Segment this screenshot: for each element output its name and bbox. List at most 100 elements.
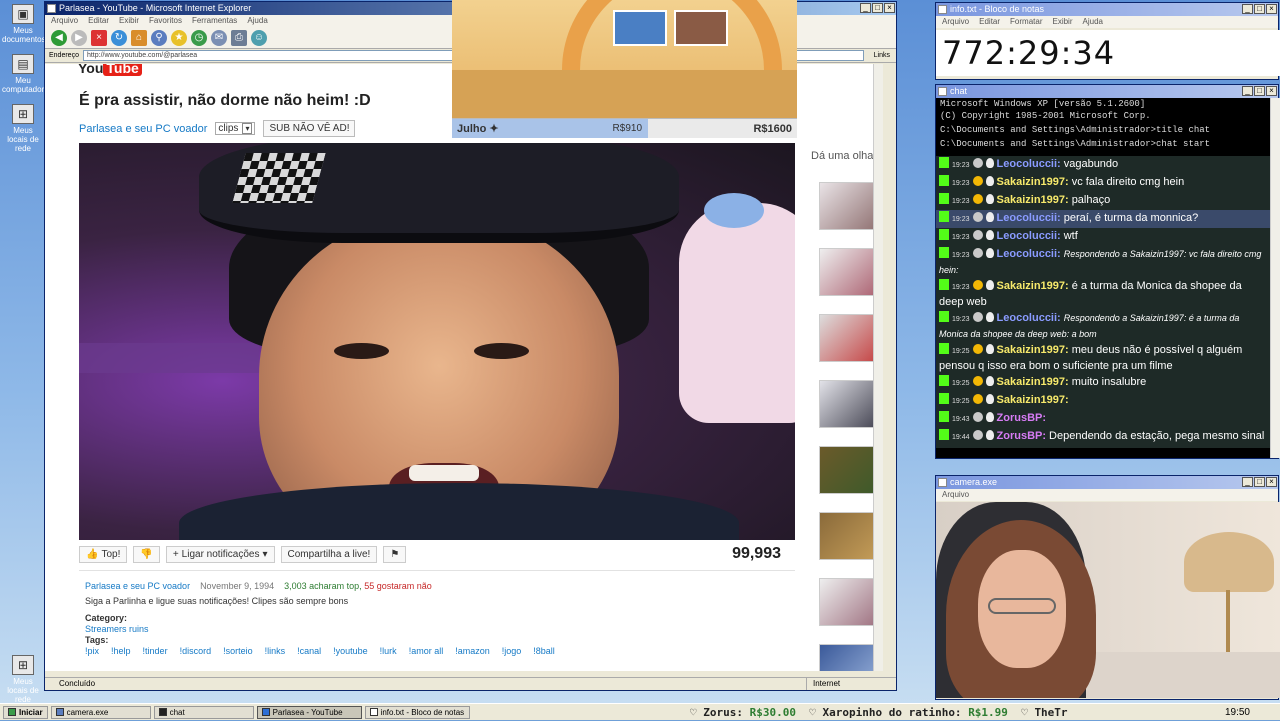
flag-button[interactable]: ⚑	[383, 545, 407, 563]
desktop-icon-computer[interactable]: ▤ Meu computador	[2, 54, 44, 94]
print-icon[interactable]: ⎙	[231, 29, 247, 46]
subathon-timer[interactable]: 772:29:34	[936, 30, 1280, 76]
like-button[interactable]: 👍 Top!	[79, 545, 128, 563]
history-icon[interactable]: ◷	[191, 29, 207, 46]
message-user[interactable]: Leocoluccii:	[997, 212, 1061, 224]
favorites-icon[interactable]: ★	[171, 29, 187, 46]
channel-link[interactable]: Parlasea e seu PC voador	[79, 123, 207, 135]
minimize-button[interactable]: _	[1242, 86, 1253, 96]
task-camera[interactable]: camera.exe	[50, 705, 151, 719]
desc-channel-link[interactable]: Parlasea e seu PC voador	[85, 581, 190, 592]
tag-link[interactable]: !links	[265, 646, 286, 657]
search-icon[interactable]: ⚲	[151, 29, 167, 46]
message-user[interactable]: Sakaizin1997:	[997, 176, 1069, 188]
message-user[interactable]: Sakaizin1997:	[997, 394, 1069, 406]
menu-help[interactable]: Ajuda	[247, 15, 267, 27]
suggested-video-thumb[interactable]	[819, 512, 881, 560]
camera-titlebar[interactable]: camera.exe _ □ ×	[936, 476, 1278, 489]
tag-link[interactable]: !discord	[180, 646, 212, 657]
tag-link[interactable]: !amor all	[409, 646, 444, 657]
clips-select[interactable]: clips ▾	[215, 122, 256, 135]
notepad-titlebar[interactable]: info.txt - Bloco de notas _ □ ×	[936, 3, 1278, 16]
menu-file[interactable]: Arquivo	[942, 16, 969, 28]
close-button[interactable]: ×	[1266, 477, 1277, 487]
tag-link[interactable]: !jogo	[502, 646, 522, 657]
menu-file[interactable]: Arquivo	[942, 489, 969, 501]
chat-scrollbar[interactable]	[1270, 98, 1280, 458]
message-user[interactable]: ZorusBP:	[997, 412, 1047, 424]
task-ie[interactable]: Parlasea - YouTube	[256, 705, 362, 719]
back-icon[interactable]: ◀	[51, 29, 67, 46]
notify-button[interactable]: + Ligar notificações ▾	[165, 545, 275, 563]
desktop-icon-documents[interactable]: ▣ Meus documentos	[2, 4, 46, 44]
message-user[interactable]: Sakaizin1997:	[997, 194, 1069, 206]
forward-icon[interactable]: ▶	[71, 29, 87, 46]
menu-tools[interactable]: Ferramentas	[192, 15, 237, 27]
minimize-button[interactable]: _	[1242, 4, 1253, 14]
close-button[interactable]: ×	[1266, 86, 1277, 96]
minimize-button[interactable]: _	[1242, 477, 1253, 487]
suggested-video-thumb[interactable]	[819, 644, 881, 671]
maximize-button[interactable]: □	[872, 3, 883, 13]
suggested-video-thumb[interactable]	[819, 248, 881, 296]
menu-edit[interactable]: Editar	[979, 16, 1000, 28]
close-button[interactable]: ×	[884, 3, 895, 13]
message-user[interactable]: Leocoluccii:	[997, 312, 1061, 324]
menu-favorites[interactable]: Favoritos	[149, 15, 182, 27]
chat-window[interactable]: chat _ □ × Microsoft Windows XP [versão 5.…	[935, 84, 1280, 459]
links-label[interactable]: Links	[868, 52, 896, 59]
share-button[interactable]: Compartilha a live!	[280, 545, 378, 563]
tag-link[interactable]: !youtube	[333, 646, 368, 657]
subscribe-button[interactable]: SUB NÃO VÊ AD!	[263, 120, 356, 137]
task-notepad[interactable]: info.txt - Bloco de notas	[364, 705, 470, 719]
message-user[interactable]: Leocoluccii:	[997, 158, 1061, 170]
page-scrollbar[interactable]	[873, 64, 883, 671]
maximize-button[interactable]: □	[1254, 86, 1265, 96]
home-icon[interactable]: ⌂	[131, 29, 147, 46]
tag-link[interactable]: !amazon	[455, 646, 490, 657]
menu-help[interactable]: Ajuda	[1083, 16, 1103, 28]
tag-link[interactable]: !canal	[297, 646, 321, 657]
maximize-button[interactable]: □	[1254, 4, 1265, 14]
tag-link[interactable]: !help	[111, 646, 131, 657]
tag-link[interactable]: !8ball	[533, 646, 555, 657]
category-link[interactable]: Streamers ruins	[85, 624, 789, 635]
mail-icon[interactable]: ✉	[211, 29, 227, 46]
message-user[interactable]: Leocoluccii:	[997, 230, 1061, 242]
suggested-video-thumb[interactable]	[819, 182, 881, 230]
menu-file[interactable]: Arquivo	[51, 15, 78, 27]
menu-view[interactable]: Exibir	[119, 15, 139, 27]
chat-titlebar[interactable]: chat _ □ ×	[936, 85, 1278, 98]
suggested-video-thumb[interactable]	[819, 578, 881, 626]
notepad-window[interactable]: info.txt - Bloco de notas _ □ × Arquivo Ed…	[935, 2, 1280, 80]
dislike-button[interactable]: 👎	[133, 545, 160, 563]
messenger-icon[interactable]: ☺	[251, 29, 267, 46]
refresh-icon[interactable]: ↻	[111, 29, 127, 46]
suggested-video-thumb[interactable]	[819, 314, 881, 362]
message-user[interactable]: Sakaizin1997:	[997, 344, 1069, 356]
tag-link[interactable]: !lurk	[380, 646, 397, 657]
youtube-logo[interactable]: You Tube	[78, 64, 142, 76]
message-user[interactable]: Sakaizin1997:	[997, 376, 1069, 388]
menu-format[interactable]: Formatar	[1010, 16, 1042, 28]
message-user[interactable]: ZorusBP:	[997, 430, 1047, 442]
suggested-video-thumb[interactable]	[819, 380, 881, 428]
suggested-video-thumb[interactable]	[819, 446, 881, 494]
maximize-button[interactable]: □	[1254, 477, 1265, 487]
close-button[interactable]: ×	[1266, 4, 1277, 14]
message-user[interactable]: Leocoluccii:	[997, 248, 1061, 260]
minimize-button[interactable]: _	[860, 3, 871, 13]
task-chat[interactable]: chat	[153, 705, 254, 719]
menu-edit[interactable]: Editar	[88, 15, 109, 27]
video-player[interactable]	[79, 143, 795, 540]
desktop-icon-network-2[interactable]: ⊞ Meus locais de rede	[2, 655, 44, 704]
start-button[interactable]: Iniciar	[3, 705, 48, 719]
tag-link[interactable]: !sorteio	[223, 646, 253, 657]
menu-view[interactable]: Exibir	[1052, 16, 1072, 28]
tag-link[interactable]: !tinder	[143, 646, 168, 657]
stop-icon[interactable]: ×	[91, 29, 107, 46]
tag-link[interactable]: !pix	[85, 646, 99, 657]
message-user[interactable]: Sakaizin1997:	[997, 280, 1069, 292]
desktop-icon-network[interactable]: ⊞ Meus locais de rede	[2, 104, 44, 153]
camera-window[interactable]: camera.exe _ □ × Arquivo	[935, 475, 1280, 700]
